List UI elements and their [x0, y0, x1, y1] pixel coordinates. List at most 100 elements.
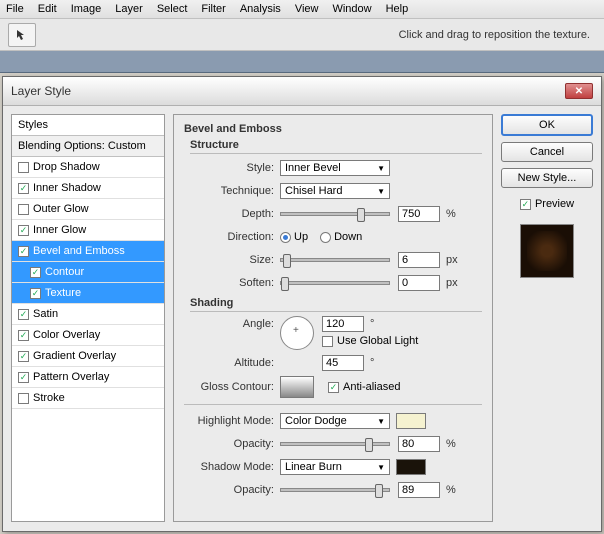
style-checkbox[interactable]: [18, 162, 29, 173]
style-label: Style:: [184, 162, 274, 174]
structure-heading: Structure: [190, 139, 482, 154]
style-item-stroke[interactable]: Stroke: [12, 388, 164, 409]
style-checkbox[interactable]: [18, 309, 29, 320]
highlight-mode-label: Highlight Mode:: [184, 415, 274, 427]
size-label: Size:: [184, 254, 274, 266]
style-item-pattern-overlay[interactable]: Pattern Overlay: [12, 367, 164, 388]
chevron-down-icon: ▼: [377, 164, 385, 173]
menu-analysis[interactable]: Analysis: [240, 3, 281, 15]
global-light-checkbox[interactable]: [322, 336, 333, 347]
style-label: Outer Glow: [33, 203, 89, 215]
direction-label: Direction:: [184, 231, 274, 243]
menu-select[interactable]: Select: [157, 3, 188, 15]
style-label: Bevel and Emboss: [33, 245, 125, 257]
options-bar: Click and drag to reposition the texture…: [0, 19, 604, 51]
style-checkbox[interactable]: [18, 183, 29, 194]
gloss-contour-label: Gloss Contour:: [184, 381, 274, 393]
direction-up-radio[interactable]: [280, 232, 291, 243]
technique-select[interactable]: Chisel Hard▼: [280, 183, 390, 199]
soften-slider[interactable]: [280, 281, 390, 285]
hl-opacity-input[interactable]: 80: [398, 436, 440, 452]
menu-view[interactable]: View: [295, 3, 319, 15]
blending-options[interactable]: Blending Options: Custom: [12, 136, 164, 157]
style-checkbox[interactable]: [18, 372, 29, 383]
style-item-texture[interactable]: Texture: [12, 283, 164, 304]
soften-label: Soften:: [184, 277, 274, 289]
altitude-label: Altitude:: [184, 357, 274, 369]
style-label: Inner Shadow: [33, 182, 101, 194]
style-checkbox[interactable]: [18, 393, 29, 404]
menu-help[interactable]: Help: [386, 3, 409, 15]
angle-label: Angle:: [184, 316, 274, 330]
style-label: Pattern Overlay: [33, 371, 109, 383]
menu-window[interactable]: Window: [332, 3, 371, 15]
highlight-mode-select[interactable]: Color Dodge▼: [280, 413, 390, 429]
style-item-contour[interactable]: Contour: [12, 262, 164, 283]
style-checkbox[interactable]: [30, 288, 41, 299]
shadow-mode-select[interactable]: Linear Burn▼: [280, 459, 390, 475]
angle-input[interactable]: 120: [322, 316, 364, 332]
sh-opacity-slider[interactable]: [280, 488, 390, 492]
settings-panel: Bevel and Emboss Structure Style: Inner …: [173, 114, 493, 522]
panel-title: Bevel and Emboss: [184, 123, 482, 135]
new-style-button[interactable]: New Style...: [501, 168, 593, 188]
menu-layer[interactable]: Layer: [115, 3, 143, 15]
menu-file[interactable]: File: [6, 3, 24, 15]
highlight-color-swatch[interactable]: [396, 413, 426, 429]
style-item-inner-shadow[interactable]: Inner Shadow: [12, 178, 164, 199]
style-checkbox[interactable]: [18, 330, 29, 341]
style-item-drop-shadow[interactable]: Drop Shadow: [12, 157, 164, 178]
dialog-title: Layer Style: [11, 84, 71, 98]
style-checkbox[interactable]: [18, 204, 29, 215]
style-checkbox[interactable]: [30, 267, 41, 278]
style-label: Stroke: [33, 392, 65, 404]
style-label: Gradient Overlay: [33, 350, 116, 362]
style-checkbox[interactable]: [18, 225, 29, 236]
dialog-buttons: OK Cancel New Style... Preview: [501, 114, 593, 522]
style-checkbox[interactable]: [18, 246, 29, 257]
close-button[interactable]: ✕: [565, 83, 593, 99]
style-item-color-overlay[interactable]: Color Overlay: [12, 325, 164, 346]
gloss-contour-picker[interactable]: [280, 376, 314, 398]
anti-aliased-checkbox[interactable]: [328, 382, 339, 393]
styles-header[interactable]: Styles: [12, 115, 164, 136]
style-item-outer-glow[interactable]: Outer Glow: [12, 199, 164, 220]
menu-filter[interactable]: Filter: [201, 3, 225, 15]
preview-label: Preview: [535, 198, 574, 210]
menu-image[interactable]: Image: [71, 3, 102, 15]
style-label: Texture: [45, 287, 81, 299]
technique-label: Technique:: [184, 185, 274, 197]
move-tool-icon[interactable]: [8, 23, 36, 47]
style-select[interactable]: Inner Bevel▼: [280, 160, 390, 176]
depth-input[interactable]: 750: [398, 206, 440, 222]
chevron-down-icon: ▼: [377, 187, 385, 196]
layer-style-dialog: Layer Style ✕ Styles Blending Options: C…: [2, 76, 602, 532]
style-item-gradient-overlay[interactable]: Gradient Overlay: [12, 346, 164, 367]
style-label: Satin: [33, 308, 58, 320]
menu-edit[interactable]: Edit: [38, 3, 57, 15]
sh-opacity-input[interactable]: 89: [398, 482, 440, 498]
shadow-color-swatch[interactable]: [396, 459, 426, 475]
chevron-down-icon: ▼: [377, 463, 385, 472]
size-input[interactable]: 6: [398, 252, 440, 268]
ok-button[interactable]: OK: [501, 114, 593, 136]
style-item-inner-glow[interactable]: Inner Glow: [12, 220, 164, 241]
styles-list: Styles Blending Options: Custom Drop Sha…: [11, 114, 165, 522]
style-item-bevel-and-emboss[interactable]: Bevel and Emboss: [12, 241, 164, 262]
style-item-satin[interactable]: Satin: [12, 304, 164, 325]
style-checkbox[interactable]: [18, 351, 29, 362]
style-label: Drop Shadow: [33, 161, 100, 173]
depth-slider[interactable]: [280, 212, 390, 216]
altitude-input[interactable]: 45: [322, 355, 364, 371]
shading-heading: Shading: [190, 297, 482, 312]
style-label: Inner Glow: [33, 224, 86, 236]
preview-checkbox[interactable]: [520, 199, 531, 210]
size-slider[interactable]: [280, 258, 390, 262]
direction-down-radio[interactable]: [320, 232, 331, 243]
shadow-mode-label: Shadow Mode:: [184, 461, 274, 473]
angle-dial[interactable]: [280, 316, 314, 350]
cancel-button[interactable]: Cancel: [501, 142, 593, 162]
soften-input[interactable]: 0: [398, 275, 440, 291]
hl-opacity-slider[interactable]: [280, 442, 390, 446]
dialog-titlebar: Layer Style ✕: [3, 77, 601, 106]
